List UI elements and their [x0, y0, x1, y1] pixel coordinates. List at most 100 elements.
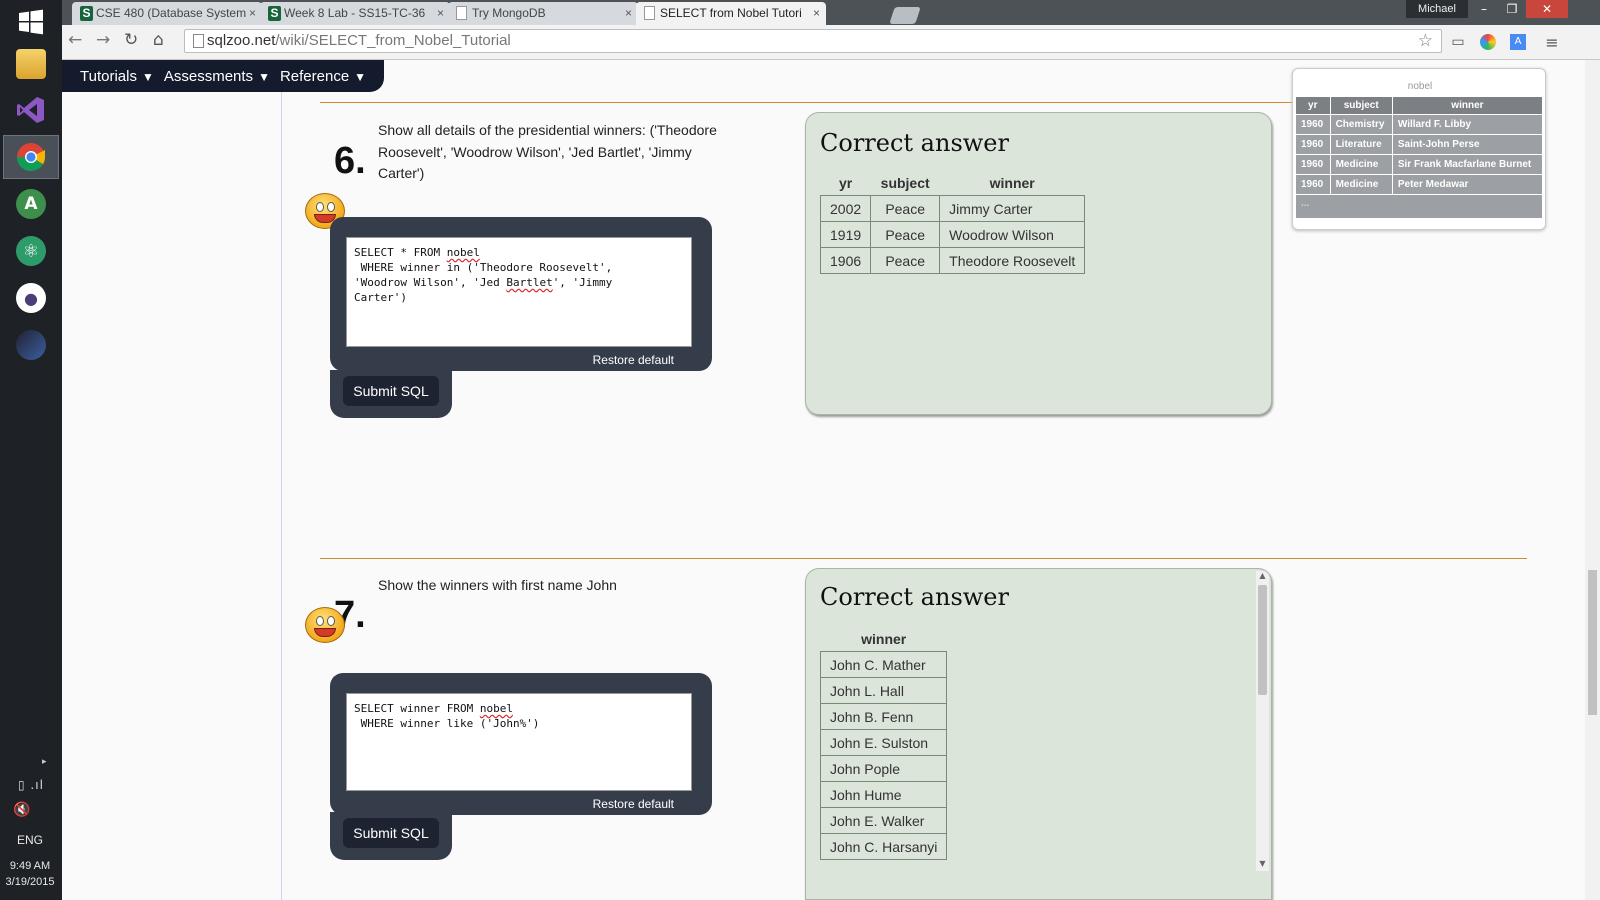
column-header: yr	[1295, 96, 1331, 115]
tab-label: Try MongoDB	[472, 6, 546, 20]
smiley-mouth	[314, 628, 336, 637]
forward-icon[interactable]: →	[96, 30, 110, 50]
taskbar-github[interactable]: ●	[3, 276, 59, 320]
window-close-icon[interactable]: ✕	[1526, 0, 1568, 18]
taskbar-file-explorer[interactable]	[3, 42, 59, 86]
back-icon[interactable]: ←	[68, 30, 82, 50]
sql-textarea[interactable]: SELECT winner FROM nobel WHERE winner li…	[346, 693, 692, 791]
clock[interactable]: 9:49 AM 3/19/2015	[0, 858, 60, 890]
windows-start-button[interactable]	[3, 0, 59, 44]
close-icon[interactable]: ×	[625, 2, 632, 25]
input-language[interactable]: ENG	[0, 833, 60, 847]
windows-taskbar: A ⚛ ● ▸ ▯ .ıl 🔇 ENG 9:49 AM 3/19/2015	[0, 0, 63, 900]
cell-yr: 1960	[1295, 154, 1331, 175]
scrollbar-thumb[interactable]	[1258, 585, 1267, 695]
table-row: 1960 Literature Saint-John Perse	[1295, 134, 1544, 155]
nav-assessments[interactable]: Assessments ▼	[164, 68, 270, 85]
nav-label: Tutorials	[80, 67, 137, 85]
maximize-icon[interactable]: ❐	[1498, 0, 1526, 18]
reload-icon[interactable]: ↻	[124, 30, 138, 50]
submit-panel: Submit SQL	[330, 812, 452, 860]
table-row: John E. Walker	[819, 807, 948, 834]
cast-icon[interactable]: ▭	[1448, 32, 1468, 52]
tab-cse480[interactable]: S CSE 480 (Database System ×	[72, 2, 262, 25]
site-s-icon: S	[268, 6, 281, 21]
profile-name[interactable]: Michael	[1406, 0, 1468, 18]
close-icon[interactable]: ×	[437, 2, 444, 25]
scrollbar-thumb[interactable]	[1588, 570, 1597, 715]
spellcheck-word: nobel	[446, 246, 480, 259]
cell-winner: John C. Harsanyi	[819, 833, 948, 860]
submit-sql-button[interactable]: Submit SQL	[343, 376, 439, 406]
atom-icon: ⚛	[16, 236, 46, 266]
translate-icon[interactable]: A	[1508, 32, 1528, 52]
windows-logo-icon	[19, 9, 43, 35]
cell-subject: Medicine	[1329, 174, 1393, 195]
answer-table: winner John C. Mather John L. Hall John …	[819, 629, 948, 860]
sql-line: SELECT * FROM nobel	[354, 246, 480, 259]
tab-select-from-nobel[interactable]: SELECT from Nobel Tutori ×	[636, 2, 826, 25]
answer-scrollbar[interactable]: ▲ ▼	[1256, 571, 1269, 871]
extension-color-icon[interactable]	[1478, 32, 1498, 52]
scroll-down-icon[interactable]: ▼	[1256, 859, 1269, 868]
cell-winner: John C. Mather	[819, 651, 948, 678]
cell-winner: John L. Hall	[819, 677, 948, 704]
visual-studio-icon	[17, 97, 44, 123]
table-row: John E. Sulston	[819, 729, 948, 756]
submit-panel: Submit SQL	[330, 370, 452, 418]
page-icon	[456, 6, 467, 20]
taskbar-android-studio[interactable]: A	[3, 182, 59, 226]
nav-tutorials[interactable]: Tutorials ▼	[80, 68, 154, 85]
taskbar-chrome[interactable]	[3, 135, 59, 179]
cell-yr: 1960	[1295, 174, 1331, 195]
cell-winner: John E. Walker	[819, 807, 948, 834]
taskbar-atom[interactable]: ⚛	[3, 229, 59, 273]
question-text: Show the winners with first name John	[378, 577, 617, 593]
scroll-up-icon[interactable]: ▲	[1256, 571, 1269, 580]
cell-subject: Peace	[870, 195, 941, 222]
taskbar-visual-studio[interactable]	[3, 88, 59, 132]
new-tab-button[interactable]	[889, 7, 921, 24]
folder-icon	[16, 49, 46, 79]
minimize-icon[interactable]: –	[1470, 0, 1498, 18]
volume-muted-icon[interactable]: 🔇	[13, 802, 30, 818]
table-row-more: ...	[1295, 194, 1543, 219]
restore-default-link[interactable]: Restore default	[593, 353, 674, 367]
tab-label: Week 8 Lab - SS15-TC-36	[284, 6, 426, 20]
home-icon[interactable]: ⌂	[153, 30, 164, 50]
tab-label: CSE 480 (Database System	[96, 6, 247, 20]
tab-week8-lab[interactable]: S Week 8 Lab - SS15-TC-36 ×	[260, 2, 450, 25]
column-header: subject	[880, 175, 930, 191]
page-info-icon[interactable]	[193, 34, 204, 48]
taskbar-eclipse[interactable]	[3, 323, 59, 367]
nobel-reference-table: yr subject winner 1960 Chemistry Willard F…	[1295, 96, 1544, 219]
close-icon[interactable]: ×	[813, 2, 820, 25]
bookmark-star-icon[interactable]: ☆	[1418, 31, 1433, 51]
address-bar[interactable]: sqlzoo.net/wiki/SELECT_from_Nobel_Tutori…	[184, 29, 1442, 53]
tray-expand-icon[interactable]: ▸	[42, 756, 47, 767]
restore-default-link[interactable]: Restore default	[593, 797, 674, 811]
network-icon[interactable]: ▯ .ıl	[18, 778, 44, 792]
cell-winner: John Pople	[819, 755, 948, 782]
cell-subject: Literature	[1329, 134, 1393, 155]
cell-subject: Medicine	[1329, 154, 1393, 175]
cell-winner: Sir Frank Macfarlane Burnet	[1391, 154, 1544, 175]
sql-textarea[interactable]: SELECT * FROM nobel WHERE winner in ('Th…	[346, 237, 692, 347]
tab-try-mongodb[interactable]: Try MongoDB ×	[448, 2, 638, 25]
table-caption: nobel	[1407, 81, 1433, 92]
table-row: John Pople	[819, 755, 948, 782]
page-scrollbar[interactable]	[1585, 60, 1600, 900]
cell-winner: Woodrow Wilson	[939, 221, 1086, 248]
column-header: yr	[838, 175, 853, 191]
menu-icon[interactable]: ≡	[1542, 32, 1562, 52]
smiley-eye	[316, 202, 324, 212]
submit-sql-button[interactable]: Submit SQL	[343, 818, 439, 848]
smiley-eye	[327, 202, 335, 212]
sql-line: 'Woodrow Wilson', 'Jed Bartlet', 'Jimmy	[354, 276, 613, 289]
dropdown-arrow-icon: ▼	[258, 69, 270, 84]
nav-reference[interactable]: Reference ▼	[280, 68, 366, 85]
nav-label: Assessments	[163, 67, 254, 85]
table-row: 1960 Chemistry Willard F. Libby	[1295, 114, 1544, 135]
tab-label: SELECT from Nobel Tutori	[660, 6, 802, 20]
close-icon[interactable]: ×	[249, 2, 256, 25]
